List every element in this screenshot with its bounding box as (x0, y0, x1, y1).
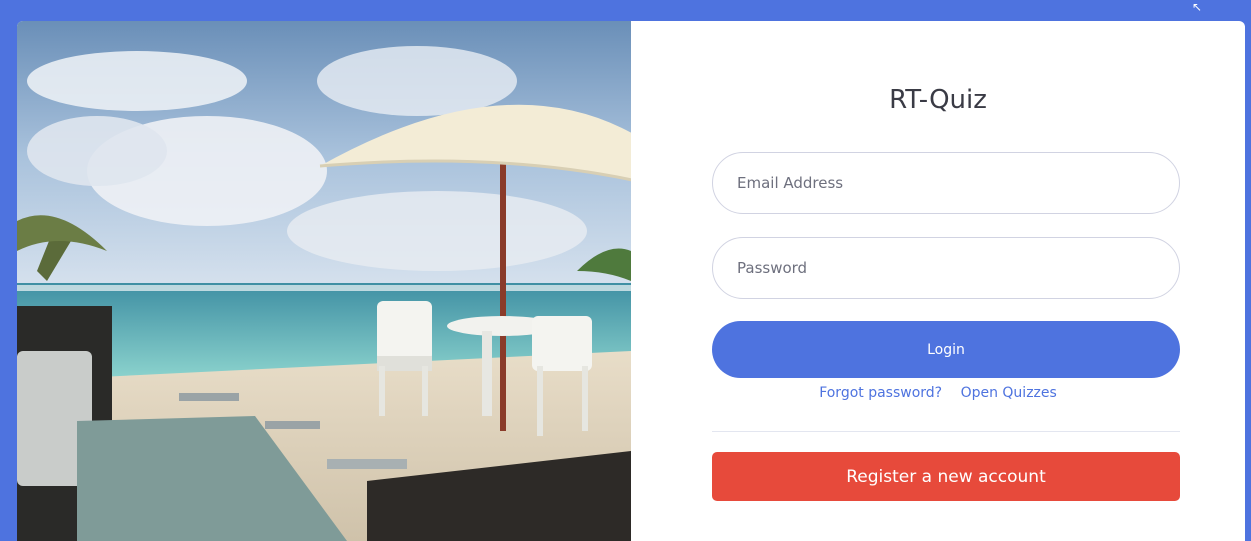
login-button[interactable]: Login (712, 321, 1180, 378)
open-quizzes-link[interactable]: Open Quizzes (961, 385, 1057, 401)
auth-links: Forgot password? Open Quizzes (631, 385, 1245, 401)
password-input[interactable] (712, 237, 1180, 299)
login-form: RT-Quiz Login Forgot password? Open Quiz… (631, 21, 1245, 541)
divider (712, 431, 1180, 432)
register-button[interactable]: Register a new account (712, 452, 1180, 501)
app-title: RT-Quiz (889, 85, 987, 115)
cursor-icon: ↖ (1192, 0, 1203, 14)
email-input[interactable] (712, 152, 1180, 214)
login-card: RT-Quiz Login Forgot password? Open Quiz… (17, 21, 1245, 541)
beach-image (17, 21, 631, 541)
forgot-password-link[interactable]: Forgot password? (819, 385, 942, 401)
